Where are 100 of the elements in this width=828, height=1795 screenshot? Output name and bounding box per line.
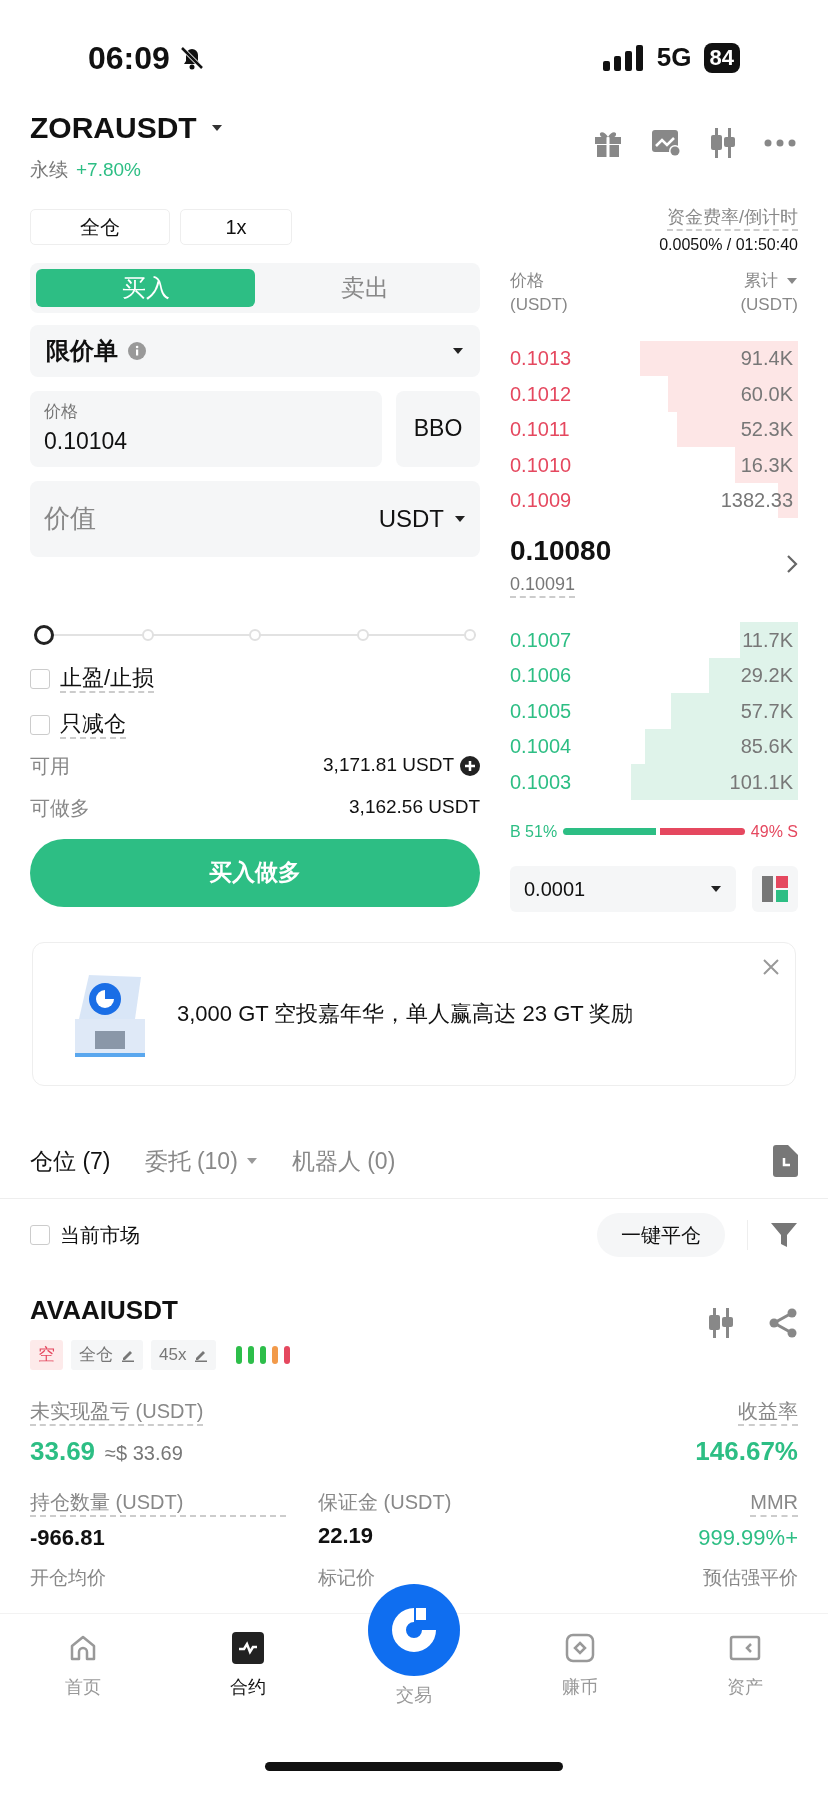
bid-row[interactable]: 0.1003 101.1K xyxy=(510,764,798,800)
position-symbol: AVAAIUSDT xyxy=(30,1294,179,1327)
caret-icon xyxy=(786,276,798,285)
position-tab[interactable]: 委托 (10) xyxy=(144,1143,258,1178)
margin-mode-button[interactable]: 1x xyxy=(180,208,292,245)
bid-total: 11.7K xyxy=(742,627,793,653)
stat-value: 22.19 xyxy=(318,1522,375,1550)
ask-row[interactable]: 0.1009 1382.33 xyxy=(510,482,798,518)
side-tab[interactable]: 卖出 xyxy=(255,268,474,307)
edit-tag[interactable]: 全仓 xyxy=(71,1340,143,1370)
sell-ratio: 49% S xyxy=(750,821,798,842)
more-icon[interactable] xyxy=(764,139,796,147)
roi-value: 146.67% xyxy=(695,1435,798,1468)
buy-long-button[interactable]: 买入做多 xyxy=(30,838,480,907)
bid-price[interactable]: 0.1004 xyxy=(510,731,572,762)
stat-label[interactable]: 预估强平价 xyxy=(542,1564,798,1593)
funding-rate-label[interactable]: 资金费率/倒计时 xyxy=(667,204,798,231)
value-field[interactable]: 价值 xyxy=(44,499,244,538)
nav-tab[interactable]: 合约 xyxy=(165,1632,332,1709)
checkbox[interactable] xyxy=(30,668,50,689)
signal-icon xyxy=(602,44,645,71)
total-column-unit: (USDT) xyxy=(740,293,798,316)
bid-row[interactable]: 0.1004 85.6K xyxy=(510,728,798,764)
stat-label[interactable]: 开仓均价 xyxy=(30,1564,286,1593)
caret-icon xyxy=(245,1156,258,1165)
pencil-icon xyxy=(194,1348,209,1362)
pnl-usd: ≈$ 33.69 xyxy=(105,1441,183,1466)
ask-price[interactable]: 0.1011 xyxy=(510,414,570,445)
margin-mode-button[interactable]: 全仓 xyxy=(30,208,170,245)
add-icon[interactable] xyxy=(460,755,480,776)
ask-row[interactable]: 0.1012 60.0K xyxy=(510,376,798,412)
close-all-button[interactable]: 一键平仓 xyxy=(597,1213,725,1257)
info-icon[interactable] xyxy=(128,341,146,360)
ask-total: 52.3K xyxy=(740,417,793,443)
bid-row[interactable]: 0.1005 57.7K xyxy=(510,693,798,729)
bid-price[interactable]: 0.1007 xyxy=(510,624,572,655)
balance-value: 3,171.81 USDT xyxy=(323,753,454,778)
slider-tick xyxy=(141,628,154,641)
order-type-dropdown[interactable]: 限价单 xyxy=(30,324,480,377)
pnl-label[interactable]: 未实现盈亏 (USDT) xyxy=(30,1398,204,1426)
side-tab[interactable]: 买入 xyxy=(36,268,255,307)
slider-thumb[interactable] xyxy=(34,624,54,645)
close-icon[interactable] xyxy=(763,958,779,975)
filter-icon[interactable] xyxy=(770,1221,798,1249)
ask-price[interactable]: 0.1012 xyxy=(510,378,572,409)
stat-label[interactable]: 保证金 (USDT) xyxy=(318,1489,542,1515)
mark-price: 0.10091 xyxy=(510,572,576,598)
bid-total: 85.6K xyxy=(740,734,793,760)
price-field[interactable]: 价格 0.10104 xyxy=(30,390,382,467)
candlestick-icon[interactable] xyxy=(708,127,738,159)
candlestick-icon[interactable] xyxy=(706,1307,736,1339)
bbo-button[interactable]: BBO xyxy=(396,390,480,467)
ask-row[interactable]: 0.1010 16.3K xyxy=(510,447,798,483)
ask-price[interactable]: 0.1010 xyxy=(510,449,572,480)
position-tab[interactable]: 机器人 (0) xyxy=(291,1143,396,1178)
stat-label[interactable]: 持仓数量 (USDT) xyxy=(30,1489,286,1517)
ask-price[interactable]: 0.1009 xyxy=(510,485,572,516)
ask-price[interactable]: 0.1013 xyxy=(510,343,572,374)
edit-tag[interactable]: 45x xyxy=(151,1340,217,1370)
option-label[interactable]: 只减仓 xyxy=(60,710,126,739)
promo-banner[interactable]: 3,000 GT 空投嘉年华，单人赢高达 23 GT 奖励 xyxy=(32,941,796,1086)
precision-dropdown[interactable]: 0.0001 xyxy=(510,865,736,912)
chevron-right-icon[interactable] xyxy=(786,554,798,574)
bid-row[interactable]: 0.1006 29.2K xyxy=(510,657,798,693)
bid-row[interactable]: 0.1007 11.7K xyxy=(510,622,798,658)
share-icon[interactable] xyxy=(768,1308,798,1338)
ask-total: 16.3K xyxy=(740,452,793,478)
nav-tab[interactable]: 资产 xyxy=(662,1632,828,1709)
nav-tab[interactable]: 首页 xyxy=(0,1632,166,1709)
checkbox[interactable] xyxy=(30,714,50,735)
chart-icon[interactable] xyxy=(650,128,682,158)
roi-label[interactable]: 收益率 xyxy=(738,1398,798,1426)
bid-price[interactable]: 0.1005 xyxy=(510,695,572,726)
coin-square-icon xyxy=(563,1632,596,1664)
price-change: +7.80% xyxy=(76,158,141,182)
bid-total: 57.7K xyxy=(740,698,793,724)
contract-type: 永续 xyxy=(30,158,68,182)
bid-price[interactable]: 0.1006 xyxy=(510,660,572,691)
bid-price[interactable]: 0.1003 xyxy=(510,766,572,797)
ask-row[interactable]: 0.1013 91.4K xyxy=(510,340,798,376)
option-label[interactable]: 止盈/止损 xyxy=(60,664,155,693)
total-column-header[interactable]: 累计 xyxy=(744,268,798,293)
layout-toggle-icon[interactable] xyxy=(752,865,798,912)
nav-tab[interactable]: 赚币 xyxy=(496,1632,663,1709)
slider-tick xyxy=(356,628,369,641)
bid-total: 101.1K xyxy=(729,769,793,795)
stat-label[interactable]: 标记价 xyxy=(286,1564,542,1593)
ask-total: 1382.33 xyxy=(720,488,793,514)
slider-tick xyxy=(249,628,261,641)
filter-label[interactable]: 当前市场 xyxy=(60,1220,140,1250)
ask-row[interactable]: 0.1011 52.3K xyxy=(510,411,798,447)
balance-label: 可做多 xyxy=(30,795,90,821)
price-input[interactable]: 0.10104 xyxy=(44,424,368,459)
checkbox[interactable] xyxy=(30,1225,50,1245)
history-icon[interactable] xyxy=(770,1144,798,1177)
position-tab[interactable]: 仓位 (7) xyxy=(30,1143,111,1178)
unit-dropdown[interactable]: USDT xyxy=(378,500,466,537)
symbol-title[interactable]: ZORAUSDT xyxy=(30,105,197,150)
stat-label[interactable]: MMR xyxy=(750,1489,798,1517)
caret-icon xyxy=(452,346,464,355)
